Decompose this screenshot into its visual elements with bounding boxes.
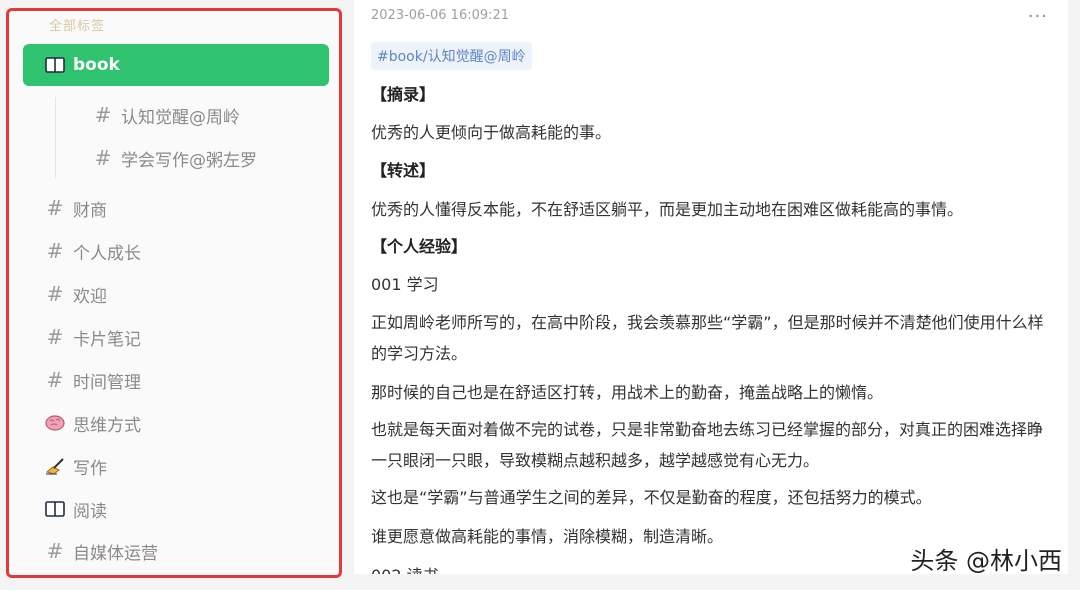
- section-heading-restate: 【转述】: [371, 161, 436, 180]
- sidebar-item-caishang[interactable]: # 财商: [23, 188, 329, 228]
- sidebar-item-label: 认知觉醒@周岭: [121, 107, 240, 128]
- sidebar-item-label: book: [73, 55, 120, 75]
- note-paragraph: 这也是“学霸”与普通学生之间的差异，不仅是勤奋的程度，还包括努力的模式。: [371, 488, 932, 507]
- note-paragraph: 优秀的人懂得反本能，不在舒适区躺平，而是更加主动地在困难区做耗能高的事情。: [371, 200, 964, 219]
- sidebar-item-xiezuo[interactable]: 写作: [23, 446, 329, 486]
- sidebar-item-label: 卡片笔记: [73, 329, 141, 350]
- note-paragraph: 正如周岭老师所写的，在高中阶段，我会羡慕那些“学霸”，但是那时候并不清楚他们使用…: [371, 313, 1044, 363]
- hash-icon: #: [46, 368, 64, 392]
- sidebar-item-huanying[interactable]: # 欢迎: [23, 274, 329, 314]
- hash-icon: #: [94, 103, 112, 127]
- hash-icon: #: [94, 146, 112, 170]
- sidebar-item-label: 欢迎: [73, 286, 107, 307]
- sidebar-item-label: 写作: [73, 458, 107, 479]
- note-paragraph: 那时候的自己也是在舒适区打转，用战术上的勤奋，掩盖战略上的懒惰。: [371, 383, 884, 402]
- sidebar-item-label: 时间管理: [73, 372, 141, 393]
- sidebar-item-label: 个人成长: [73, 243, 141, 264]
- sidebar-item-label: 阅读: [73, 501, 107, 522]
- hash-icon: #: [46, 239, 64, 263]
- sidebar-item-kapianbiji[interactable]: # 卡片笔记: [23, 317, 329, 357]
- tag-sidebar: 全部标签 book # 认知觉醒@周岭 # 学会写作@粥左罗 # 财商 # 个人…: [6, 8, 342, 578]
- sidebar-subitem-renzhijuexing[interactable]: # 认知觉醒@周岭: [23, 95, 329, 135]
- more-options-icon[interactable]: ···: [1028, 6, 1048, 27]
- note-tag-link[interactable]: #book/认知觉醒@周岭: [371, 42, 532, 70]
- section-heading-excerpt: 【摘录】: [371, 85, 436, 104]
- sidebar-item-label: 财商: [73, 200, 107, 221]
- sidebar-item-book[interactable]: book: [23, 44, 329, 86]
- open-book-icon: [45, 57, 65, 73]
- hash-icon: #: [46, 539, 64, 563]
- note-paragraph: 001 学习: [371, 275, 439, 294]
- note-card: 2023-06-06 16:09:21 ··· #book/认知觉醒@周岭 【摘…: [354, 0, 1068, 574]
- sidebar-item-label: 思维方式: [73, 415, 141, 436]
- writing-hand-icon: [45, 457, 65, 475]
- open-book-icon: [45, 501, 65, 517]
- sidebar-item-siweifangshi[interactable]: 思维方式: [23, 403, 329, 443]
- sidebar-subitem-xuehuixiezuo[interactable]: # 学会写作@粥左罗: [23, 138, 329, 178]
- note-paragraph: 优秀的人更倾向于做高耗能的事。: [371, 123, 612, 142]
- sidebar-item-gerenchengzhang[interactable]: # 个人成长: [23, 231, 329, 271]
- hash-icon: #: [46, 282, 64, 306]
- sidebar-item-zimeitiyunying[interactable]: # 自媒体运营: [23, 531, 329, 571]
- brain-icon: [45, 415, 65, 431]
- watermark-text: 头条 @林小西: [910, 547, 1062, 575]
- hash-icon: #: [46, 325, 64, 349]
- sidebar-header: 全部标签: [49, 19, 106, 34]
- note-paragraph: 也就是每天面对着做不完的试卷，只是非常勤奋地去练习已经掌握的部分，对真正的困难选…: [371, 420, 1044, 470]
- hash-icon: #: [46, 196, 64, 220]
- note-timestamp: 2023-06-06 16:09:21: [371, 8, 510, 23]
- sidebar-item-yuedu[interactable]: 阅读: [23, 489, 329, 529]
- sidebar-item-label: 自媒体运营: [73, 543, 158, 564]
- sidebar-item-label: 学会写作@粥左罗: [121, 150, 257, 171]
- sidebar-item-shijianguanli[interactable]: # 时间管理: [23, 360, 329, 400]
- section-heading-experience: 【个人经验】: [371, 237, 468, 256]
